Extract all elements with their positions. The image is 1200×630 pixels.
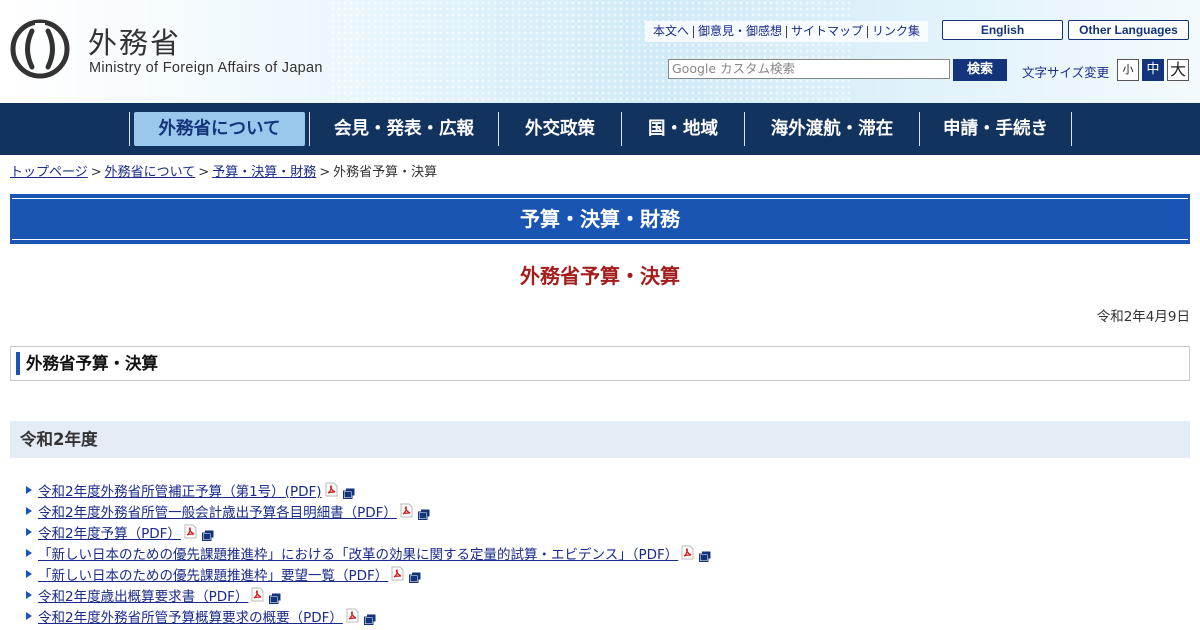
list-item: 令和2年度予算（PDF） bbox=[26, 521, 1186, 542]
nav-item-foreign-policy[interactable]: 外交政策 bbox=[503, 112, 617, 146]
utility-link-feedback[interactable]: 御意見・御感想 bbox=[694, 21, 786, 42]
global-navigation: 外務省について 会見・発表・広報 外交政策 国・地域 海外渡航・滞在 申請・手続… bbox=[0, 103, 1200, 155]
nav-divider bbox=[1071, 112, 1072, 146]
bullet-triangle-icon bbox=[26, 527, 32, 536]
font-size-small-button[interactable]: 小 bbox=[1117, 59, 1139, 81]
subheading-accent-bar bbox=[16, 352, 20, 375]
utility-link-links[interactable]: リンク集 bbox=[868, 21, 924, 42]
nav-item-procedures[interactable]: 申請・手続き bbox=[924, 112, 1067, 146]
bullet-triangle-icon bbox=[26, 611, 32, 620]
pdf-icon bbox=[399, 503, 414, 518]
nav-divider bbox=[621, 112, 622, 146]
mofa-logo-icon[interactable] bbox=[10, 19, 70, 79]
breadcrumb-link-about[interactable]: 外務省について bbox=[105, 165, 196, 180]
utility-link-main-content[interactable]: 本文へ bbox=[649, 21, 693, 42]
new-window-icon bbox=[269, 589, 281, 604]
font-size-medium-button[interactable]: 中 bbox=[1142, 59, 1164, 81]
bullet-triangle-icon bbox=[26, 590, 32, 599]
new-window-icon bbox=[409, 568, 421, 583]
nav-divider bbox=[309, 112, 310, 146]
publish-date: 令和2年4月9日 bbox=[1096, 309, 1190, 325]
breadcrumb-current: 外務省予算・決算 bbox=[333, 165, 438, 180]
font-size-label: 文字サイズ変更 bbox=[1022, 65, 1110, 80]
logo-title[interactable]: 外務省 bbox=[88, 20, 181, 62]
bullet-triangle-icon bbox=[26, 506, 32, 515]
font-size-large-button[interactable]: 大 bbox=[1167, 59, 1189, 81]
document-list: 令和2年度外務省所管補正予算（第1号）(PDF) 令和2年度外務省所管一般会計歳… bbox=[26, 479, 1186, 626]
new-window-icon bbox=[699, 547, 711, 562]
new-window-icon bbox=[201, 526, 214, 541]
pdf-icon bbox=[324, 482, 339, 497]
subheading: 外務省予算・決算 bbox=[26, 354, 158, 373]
site-header: 外務省 Ministry of Foreign Affairs of Japan… bbox=[0, 0, 1200, 103]
nav-divider bbox=[129, 112, 130, 146]
nav-item-regions[interactable]: 国・地域 bbox=[626, 112, 740, 146]
nav-item-travel[interactable]: 海外渡航・滞在 bbox=[749, 112, 915, 146]
other-languages-button[interactable]: Other Languages bbox=[1068, 20, 1189, 40]
breadcrumb-separator: > bbox=[90, 165, 102, 180]
world-map-decoration bbox=[330, 0, 850, 103]
list-item: 令和2年度外務省所管予算概算要求の概要（PDF） bbox=[26, 605, 1186, 626]
search-button[interactable]: 検索 bbox=[953, 59, 1007, 81]
section-title: 予算・決算・財務 bbox=[520, 207, 680, 231]
subheading-box: 外務省予算・決算 bbox=[10, 346, 1190, 381]
utility-link-sitemap[interactable]: サイトマップ bbox=[787, 21, 867, 42]
document-link[interactable]: 「新しい日本のための優先課題推進枠」要望一覧（PDF） bbox=[38, 564, 388, 584]
breadcrumb-separator: > bbox=[319, 165, 331, 180]
document-link[interactable]: 令和2年度予算（PDF） bbox=[38, 522, 181, 542]
list-item: 令和2年度外務省所管補正予算（第1号）(PDF) bbox=[26, 479, 1186, 500]
pdf-icon bbox=[183, 524, 198, 539]
document-link[interactable]: 令和2年度外務省所管補正予算（第1号）(PDF) bbox=[38, 480, 322, 500]
list-item: 「新しい日本のための優先課題推進枠」要望一覧（PDF） bbox=[26, 563, 1186, 584]
breadcrumb-link-top[interactable]: トップページ bbox=[10, 165, 88, 180]
search-input[interactable]: Google カスタム検索 bbox=[668, 59, 950, 79]
english-button[interactable]: English bbox=[942, 20, 1063, 40]
list-item: 「新しい日本のための優先課題推進枠」における「改革の効果に関する定量的試算・エビ… bbox=[26, 542, 1186, 563]
breadcrumb: トップページ > 外務省について > 予算・決算・財務 > 外務省予算・決算 bbox=[10, 161, 437, 180]
bullet-triangle-icon bbox=[26, 485, 32, 494]
year-heading: 令和2年度 bbox=[20, 430, 98, 449]
logo-subtitle[interactable]: Ministry of Foreign Affairs of Japan bbox=[89, 60, 323, 76]
nav-divider bbox=[744, 112, 745, 146]
section-title-band: 予算・決算・財務 bbox=[10, 194, 1190, 244]
document-link[interactable]: 令和2年度外務省所管予算概算要求の概要（PDF） bbox=[38, 606, 343, 626]
nav-item-press[interactable]: 会見・発表・広報 bbox=[314, 112, 494, 146]
nav-divider bbox=[919, 112, 920, 146]
document-link[interactable]: 令和2年度歳出概算要求書（PDF） bbox=[38, 585, 248, 605]
year-heading-band: 令和2年度 bbox=[10, 421, 1190, 458]
pdf-icon bbox=[345, 608, 360, 623]
document-link[interactable]: 「新しい日本のための優先課題推進枠」における「改革の効果に関する定量的試算・エビ… bbox=[38, 543, 678, 563]
breadcrumb-separator: > bbox=[198, 165, 210, 180]
page-title: 外務省予算・決算 bbox=[520, 264, 680, 288]
list-item: 令和2年度外務省所管一般会計歳出予算各目明細書（PDF） bbox=[26, 500, 1186, 521]
pdf-icon bbox=[680, 545, 695, 560]
nav-item-about[interactable]: 外務省について bbox=[134, 112, 305, 146]
new-window-icon bbox=[342, 484, 355, 499]
new-window-icon bbox=[417, 505, 430, 520]
document-link[interactable]: 令和2年度外務省所管一般会計歳出予算各目明細書（PDF） bbox=[38, 501, 397, 521]
nav-divider bbox=[498, 112, 499, 146]
utility-links: 本文へ 御意見・御感想 サイトマップ リンク集 bbox=[645, 21, 929, 42]
pdf-icon bbox=[390, 566, 405, 581]
list-item: 令和2年度歳出概算要求書（PDF） bbox=[26, 584, 1186, 605]
breadcrumb-link-budget[interactable]: 予算・決算・財務 bbox=[212, 165, 316, 180]
new-window-icon bbox=[363, 610, 376, 625]
bullet-triangle-icon bbox=[26, 569, 32, 578]
bullet-triangle-icon bbox=[26, 548, 32, 557]
pdf-icon bbox=[250, 587, 265, 602]
